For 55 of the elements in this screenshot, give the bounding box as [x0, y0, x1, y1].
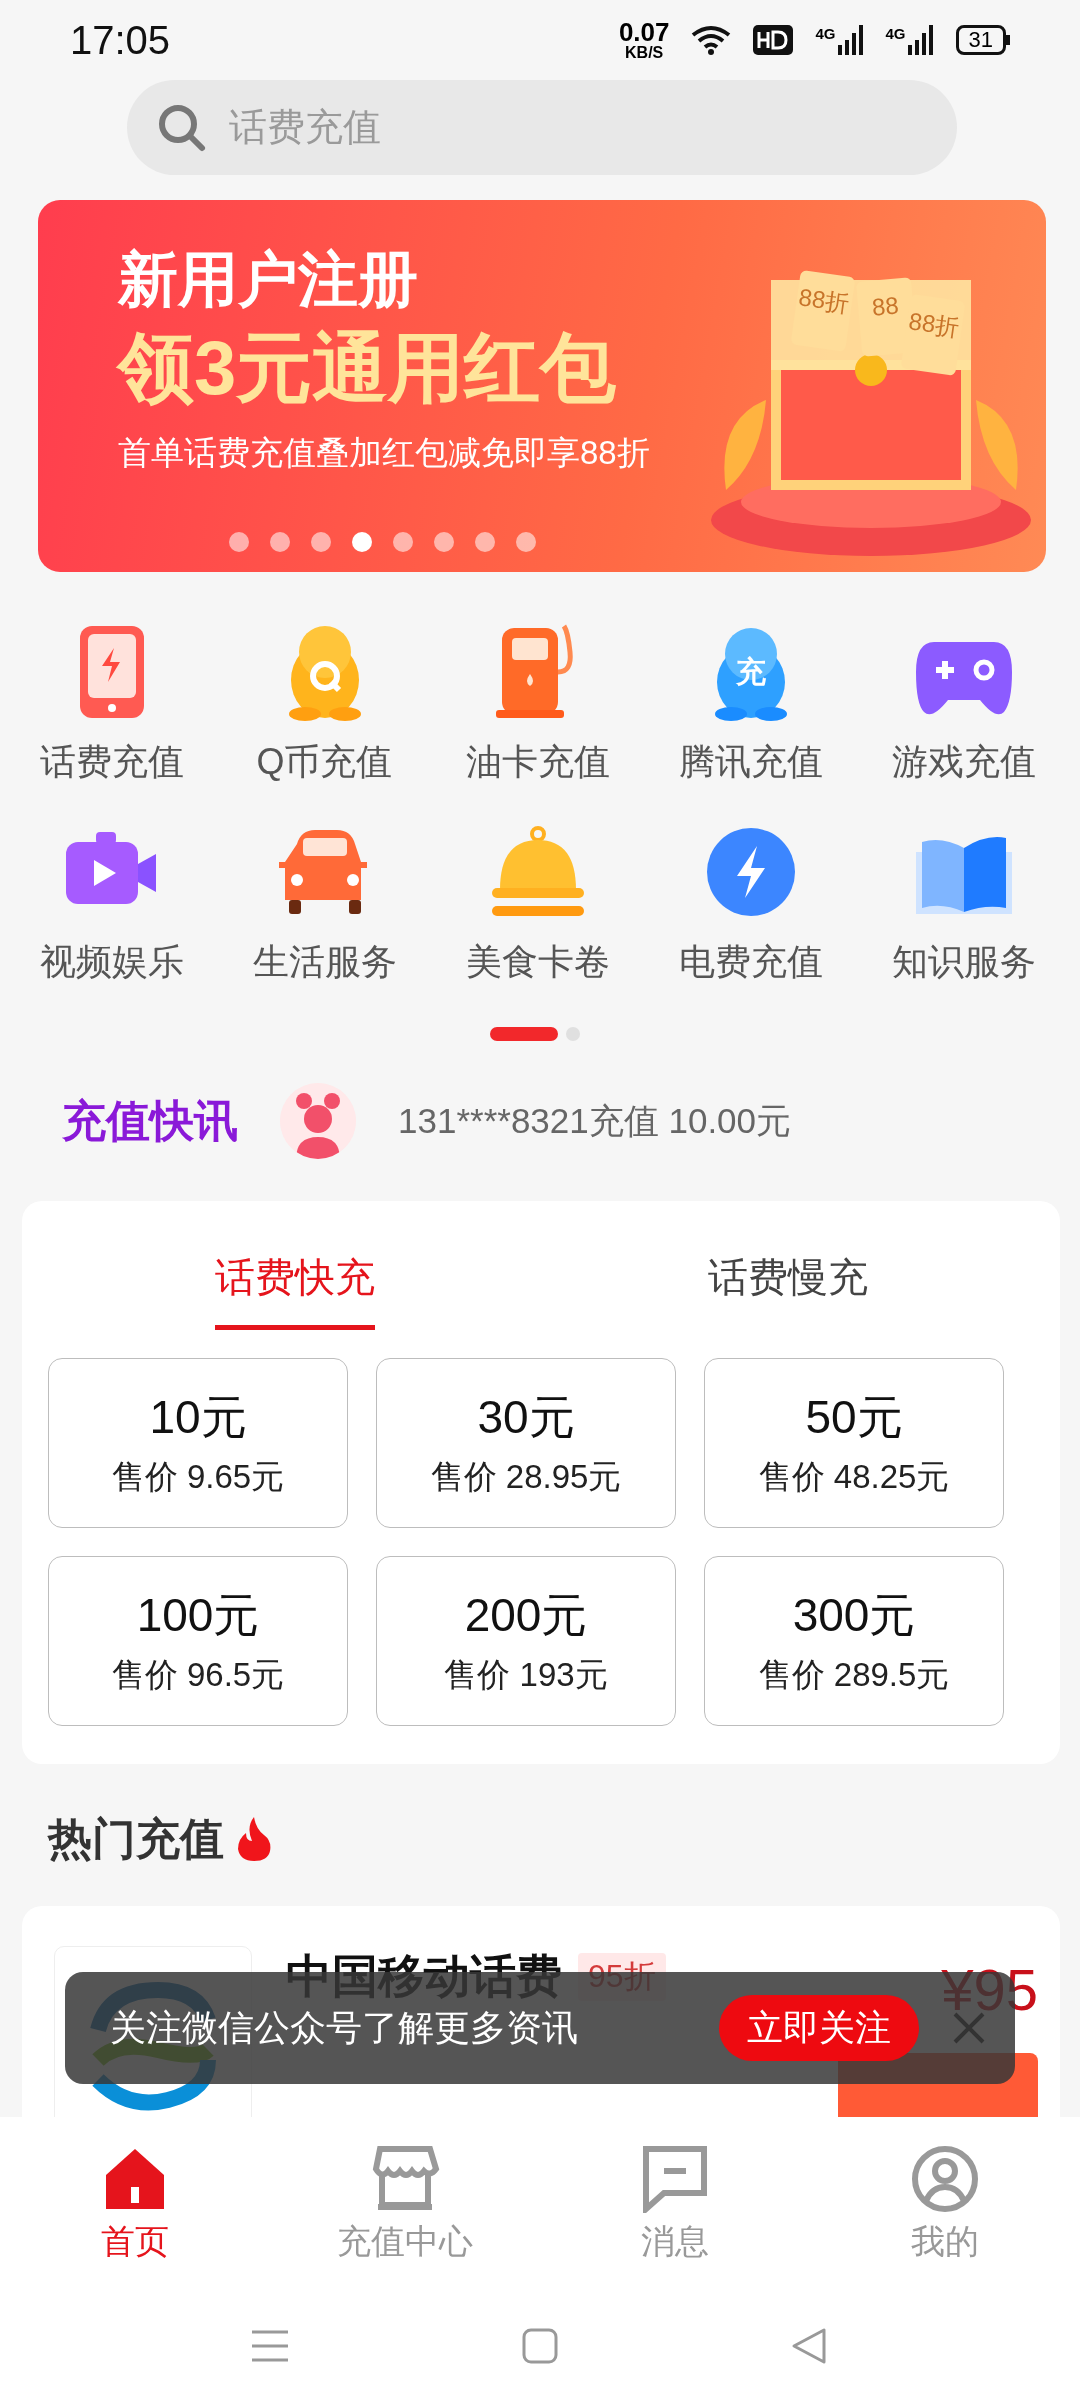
carousel-dot[interactable]	[433, 532, 454, 552]
amount-option[interactable]: 300元 售价 289.5元	[704, 1556, 1004, 1726]
category-label[interactable]: Q币充值	[256, 738, 393, 787]
banner-headline: 领3元通用红包	[118, 324, 617, 412]
discount-tag: 88折	[797, 283, 852, 317]
home-button-icon[interactable]	[520, 2326, 560, 2366]
network-speed-unit: KB/S	[625, 45, 664, 61]
discount-tag: 88	[870, 291, 900, 321]
recharge-tab[interactable]: 话费慢充	[707, 1226, 868, 1330]
amount-option[interactable]: 200元 售价 193元	[376, 1556, 676, 1726]
category-label[interactable]: 油卡充值	[465, 738, 610, 787]
status-time: 17:05	[70, 17, 171, 63]
message-icon	[640, 2145, 710, 2213]
category-label[interactable]: 话费充值	[39, 738, 184, 787]
amount-option[interactable]: 10元 售价 9.65元	[48, 1358, 348, 1528]
carousel-dot[interactable]	[228, 532, 249, 552]
network-type: 4G	[885, 25, 906, 42]
hd-icon	[753, 25, 794, 55]
wifi-icon	[691, 25, 732, 55]
carousel-dot[interactable]	[269, 532, 290, 552]
tab-bar-item[interactable]: 首页	[0, 2145, 270, 2265]
network-speed: 0.07	[618, 19, 670, 45]
amount-option[interactable]: 100元 售价 96.5元	[48, 1556, 348, 1726]
profile-icon	[910, 2145, 980, 2213]
toast-message: 关注微信公众号了解更多资讯	[110, 2005, 579, 2050]
category-label[interactable]: 美食卡卷	[465, 938, 610, 987]
carousel-dot[interactable]	[351, 532, 372, 552]
carousel-dot[interactable]	[392, 532, 413, 552]
category-label[interactable]: 游戏充值	[891, 738, 1036, 787]
search-placeholder: 话费充值	[229, 105, 381, 150]
carousel-dot[interactable]	[474, 532, 495, 552]
recharge-news-text: 131****8321充值 10.00元	[398, 1099, 792, 1142]
category-label[interactable]: 视频娱乐	[39, 938, 184, 987]
recharge-tab[interactable]: 话费快充	[214, 1226, 375, 1330]
category-label[interactable]: 电费充值	[678, 938, 823, 987]
flame-icon	[236, 1817, 272, 1861]
banner-title: 新用户注册	[118, 245, 418, 315]
store-icon	[370, 2145, 440, 2213]
category-label[interactable]: 知识服务	[891, 938, 1036, 987]
section-title: 热门充值	[48, 1812, 224, 1865]
carousel-dot[interactable]	[310, 532, 331, 552]
news-title: 充值快讯	[62, 1094, 238, 1147]
carousel-dot[interactable]	[515, 532, 536, 552]
battery-level: 31	[955, 25, 1006, 55]
follow-button[interactable]: 立即关注	[719, 1995, 919, 2061]
network-type: 4G	[815, 25, 836, 42]
signal-icon	[907, 25, 934, 55]
signal-icon	[837, 25, 864, 55]
amount-option[interactable]: 30元 售价 28.95元	[376, 1358, 676, 1528]
search-icon	[157, 102, 207, 153]
discount-tag: 88折	[907, 307, 962, 341]
category-label[interactable]: 腾讯充值	[678, 738, 823, 787]
amount-option[interactable]: 50元 售价 48.25元	[704, 1358, 1004, 1528]
banner-subtitle: 首单话费充值叠加红包减免即享88折	[118, 433, 650, 473]
category-label[interactable]: 生活服务	[252, 938, 397, 987]
